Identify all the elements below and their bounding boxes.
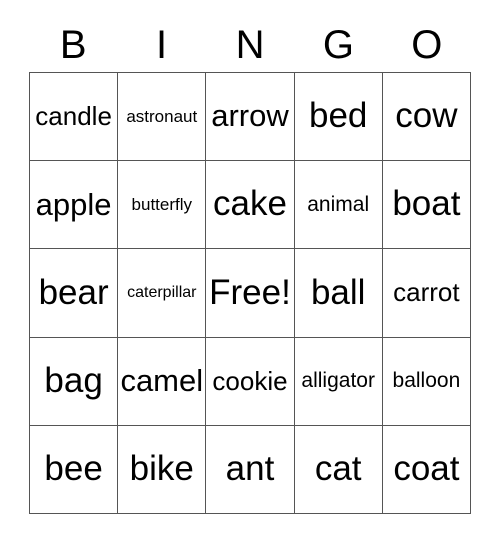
bingo-cell[interactable]: coat xyxy=(382,425,471,514)
bingo-cell-label: candle xyxy=(35,100,112,131)
header-letter-g: G xyxy=(322,23,354,67)
bingo-cell-label: ant xyxy=(225,449,275,489)
bingo-cell[interactable]: butterfly xyxy=(118,161,207,250)
bingo-cell-label: coat xyxy=(393,449,460,489)
bingo-cell-label: bee xyxy=(44,449,103,489)
bingo-cell[interactable]: balloon xyxy=(382,337,471,426)
bingo-cell[interactable]: cookie xyxy=(206,337,295,426)
bingo-cell-label: bed xyxy=(308,96,368,136)
bingo-cell-label: arrow xyxy=(211,98,289,134)
bingo-cell[interactable]: bed xyxy=(294,73,383,162)
header-letter-b: B xyxy=(59,23,87,67)
bingo-cell[interactable]: camel xyxy=(118,337,207,426)
bingo-cell[interactable]: bag xyxy=(30,337,119,426)
bingo-cell[interactable]: alligator xyxy=(294,337,383,426)
bingo-cell[interactable]: boat xyxy=(382,161,471,250)
bingo-cell[interactable]: caterpillar xyxy=(118,249,207,338)
bingo-cell[interactable]: bike xyxy=(118,425,207,514)
bingo-cell-label: cookie xyxy=(212,365,288,396)
bingo-cell-label: camel xyxy=(120,362,204,398)
bingo-cell-label: caterpillar xyxy=(127,283,197,301)
bingo-cell[interactable]: candle xyxy=(30,73,119,162)
bingo-cell[interactable]: cat xyxy=(294,425,383,514)
bingo-cell-label: ball xyxy=(310,272,366,312)
bingo-cell-label: bike xyxy=(129,449,194,489)
bingo-cell-label: bear xyxy=(38,272,109,312)
bingo-cell-label: apple xyxy=(35,186,112,222)
bingo-card: B I N G O candle astronaut arrow bed cow… xyxy=(0,0,500,544)
bingo-cell-label: carrot xyxy=(393,277,460,308)
bingo-cell[interactable]: apple xyxy=(30,161,119,250)
bingo-cell[interactable]: bear xyxy=(30,249,119,338)
bingo-cell-label: boat xyxy=(392,184,461,224)
bingo-cell[interactable]: bee xyxy=(30,425,119,514)
bingo-free-space-label: Free! xyxy=(209,272,291,312)
bingo-cell[interactable]: cow xyxy=(382,73,471,162)
bingo-cell-label: cow xyxy=(395,96,458,136)
bingo-cell-label: butterfly xyxy=(131,194,193,214)
bingo-cell-label: alligator xyxy=(301,369,375,393)
bingo-cell[interactable]: ball xyxy=(294,249,383,338)
header-letter-i: I xyxy=(156,23,168,67)
bingo-cell[interactable]: carrot xyxy=(382,249,471,338)
header-letter-o: O xyxy=(411,23,443,67)
bingo-cell-label: animal xyxy=(307,192,370,216)
bingo-cell[interactable]: astronaut xyxy=(118,73,207,162)
bingo-free-space[interactable]: Free! xyxy=(206,249,295,338)
header-letter-n: N xyxy=(235,23,265,67)
bingo-cell-label: cat xyxy=(314,449,362,489)
bingo-cell[interactable]: arrow xyxy=(206,73,295,162)
bingo-cell-label: cake xyxy=(213,184,287,224)
bingo-cell[interactable]: ant xyxy=(206,425,295,514)
bingo-cell[interactable]: animal xyxy=(294,161,383,250)
bingo-cell[interactable]: cake xyxy=(206,161,295,250)
bingo-cell-label: astronaut xyxy=(126,106,198,126)
bingo-cell-label: balloon xyxy=(392,369,461,393)
bingo-grid: candle astronaut arrow bed cow apple but… xyxy=(29,72,471,514)
bingo-cell-label: bag xyxy=(44,360,103,400)
bingo-header-row: B I N G O xyxy=(29,18,471,72)
